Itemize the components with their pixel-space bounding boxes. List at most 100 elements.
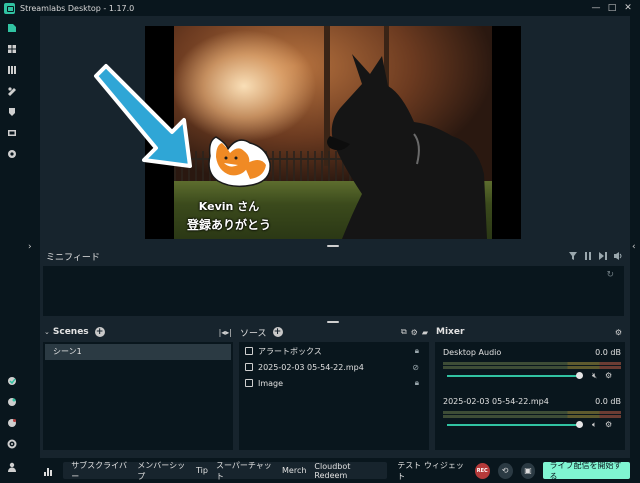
source-name: 2025-02-03 05-54-22.mp4 bbox=[258, 362, 364, 372]
golive-icon[interactable] bbox=[7, 397, 17, 407]
mixer-header: Mixer ⚙ bbox=[436, 324, 626, 340]
mixer-panel: Desktop Audio 0.0 dB 🔇︎ ⚙ 2025-02-03 05-… bbox=[435, 342, 625, 450]
sources-panel: アラートボックス 🔒︎ 2025-02-03 05-54-22.mp4 ⊘ Im… bbox=[239, 342, 429, 450]
integration-icon[interactable] bbox=[7, 376, 17, 386]
test-tip-link[interactable]: Tip bbox=[196, 466, 208, 475]
source-name: Image bbox=[258, 378, 284, 388]
alert-username: Kevin さん bbox=[198, 200, 260, 213]
volume-slider[interactable] bbox=[447, 375, 579, 377]
left-nav bbox=[0, 16, 24, 483]
themes-icon[interactable] bbox=[7, 44, 17, 54]
test-widget-links: サブスクライバー メンバーシップ Tip スーパーチャット Merch Clou… bbox=[63, 460, 388, 482]
skip-icon[interactable] bbox=[597, 250, 609, 262]
title-bar: Streamlabs Desktop - 1.17.0 — □ ✕ bbox=[0, 0, 640, 16]
source-item[interactable]: アラートボックス 🔒︎ bbox=[239, 343, 429, 359]
add-scene-button[interactable]: + bbox=[94, 327, 105, 337]
streamlabs-app: Streamlabs Desktop - 1.17.0 — □ ✕ › ‹ Ke… bbox=[0, 0, 640, 483]
studio-mode-icon[interactable] bbox=[7, 128, 17, 138]
chevron-down-icon[interactable]: ⌄ bbox=[44, 328, 50, 336]
streamlabs-logo-icon bbox=[4, 2, 15, 14]
media-icon bbox=[245, 363, 253, 371]
source-properties-icon[interactable]: ⚙ bbox=[411, 328, 418, 337]
image-icon bbox=[245, 379, 253, 387]
pause-icon[interactable] bbox=[582, 250, 594, 262]
add-group-icon[interactable]: ⧉ bbox=[401, 327, 407, 337]
maximize-button[interactable]: □ bbox=[604, 0, 620, 16]
minifeed-list: ↻ bbox=[43, 266, 624, 316]
filter-icon[interactable] bbox=[567, 250, 579, 262]
left-collapse-arrow-icon[interactable]: › bbox=[28, 242, 32, 252]
speaker-icon[interactable]: 🔈︎ bbox=[592, 420, 597, 430]
fox-sticker-image bbox=[208, 136, 271, 188]
mixer-channel-name: Desktop Audio bbox=[443, 348, 502, 357]
visibility-off-icon[interactable]: ⊘ bbox=[412, 363, 419, 372]
replay-buffer-icon[interactable]: ⟲ bbox=[497, 462, 513, 479]
sources-header: ソース + ⧉ ⚙ ▰ bbox=[240, 324, 430, 340]
lock-icon[interactable]: 🔒︎ bbox=[415, 346, 419, 356]
stream-preview-image: Kevin さん 登録ありがとう bbox=[174, 26, 492, 239]
dog-image bbox=[327, 54, 487, 239]
settings-icon[interactable] bbox=[7, 439, 17, 449]
source-item[interactable]: Image 🔒︎ bbox=[239, 375, 429, 391]
resize-handle-dock[interactable] bbox=[327, 321, 339, 323]
tools-icon[interactable] bbox=[7, 86, 17, 96]
mixer-settings-icon[interactable]: ⚙ bbox=[615, 328, 622, 337]
test-merch-link[interactable]: Merch bbox=[282, 466, 306, 475]
test-membership-link[interactable]: メンバーシップ bbox=[137, 460, 188, 482]
editor-icon[interactable] bbox=[7, 23, 17, 33]
window-title: Streamlabs Desktop - 1.17.0 bbox=[20, 3, 135, 13]
audio-meter bbox=[443, 366, 621, 369]
resize-handle-preview[interactable] bbox=[327, 245, 339, 247]
mixer-channel: Desktop Audio 0.0 dB bbox=[443, 348, 621, 369]
test-widgets-button[interactable]: テスト ウィジェット bbox=[397, 460, 466, 482]
mute-icon[interactable]: 🔇︎ bbox=[592, 371, 597, 381]
scenes-header: ⌄ Scenes + |◂▸| bbox=[44, 324, 234, 340]
volume-slider-knob[interactable] bbox=[576, 372, 583, 379]
audio-meter bbox=[443, 415, 621, 418]
channel-settings-icon[interactable]: ⚙ bbox=[605, 371, 612, 380]
volume-slider[interactable] bbox=[447, 424, 579, 426]
scenes-panel: シーン1 bbox=[43, 342, 233, 450]
test-subscriber-link[interactable]: サブスクライバー bbox=[71, 460, 129, 482]
volume-icon[interactable] bbox=[612, 250, 624, 262]
source-name: アラートボックス bbox=[258, 346, 322, 356]
save-replay-icon[interactable]: ▣ bbox=[520, 462, 536, 479]
highlighter-icon[interactable] bbox=[7, 107, 17, 117]
scene-item[interactable]: シーン1 bbox=[45, 344, 231, 360]
folder-icon[interactable]: ▰ bbox=[422, 328, 428, 337]
audio-meter bbox=[443, 362, 621, 365]
lock-icon[interactable]: 🔒︎ bbox=[415, 378, 419, 388]
mixer-channel-name: 2025-02-03 05-54-22.mp4 bbox=[443, 397, 549, 406]
channel-settings-icon[interactable]: ⚙ bbox=[605, 420, 612, 429]
scene-transitions-icon[interactable]: |◂▸| bbox=[219, 328, 232, 337]
source-item[interactable]: 2025-02-03 05-54-22.mp4 ⊘ bbox=[239, 359, 429, 375]
test-cloudbot-link[interactable]: Cloudbot Redeem bbox=[314, 462, 379, 480]
footer-bar: サブスクライバー メンバーシップ Tip スーパーチャット Merch Clou… bbox=[40, 458, 631, 483]
scenes-title: Scenes bbox=[52, 327, 89, 337]
test-superchat-link[interactable]: スーパーチャット bbox=[216, 460, 274, 482]
mixer-channel-level: 0.0 dB bbox=[595, 348, 621, 357]
pointer-arrow-icon bbox=[94, 64, 192, 168]
mixer-title: Mixer bbox=[436, 327, 465, 337]
record-button[interactable]: REC bbox=[474, 462, 490, 479]
close-button[interactable]: ✕ bbox=[620, 0, 636, 16]
alertbox-icon bbox=[245, 347, 253, 355]
mixer-channel-level: 0.0 dB bbox=[595, 397, 621, 406]
right-collapse-arrow-icon[interactable]: ‹ bbox=[632, 242, 636, 252]
add-source-button[interactable]: + bbox=[272, 327, 283, 337]
record-icon[interactable] bbox=[7, 149, 17, 159]
refresh-icon[interactable]: ↻ bbox=[606, 270, 614, 280]
library-icon[interactable] bbox=[7, 65, 17, 75]
go-live-button[interactable]: ライブ配信を開始する bbox=[543, 461, 631, 481]
minifeed-title: ミニフィード bbox=[46, 252, 100, 263]
minimize-button[interactable]: — bbox=[588, 0, 604, 16]
alert-icon[interactable] bbox=[7, 418, 17, 428]
minifeed-header: ミニフィード bbox=[40, 248, 630, 264]
performance-stats-icon[interactable] bbox=[44, 466, 55, 476]
audio-meter bbox=[443, 411, 621, 414]
profile-icon[interactable] bbox=[7, 462, 17, 472]
left-panel-strip bbox=[24, 16, 40, 483]
sources-title: ソース bbox=[240, 328, 267, 339]
volume-slider-knob[interactable] bbox=[576, 421, 583, 428]
mixer-channel: 2025-02-03 05-54-22.mp4 0.0 dB bbox=[443, 397, 621, 418]
